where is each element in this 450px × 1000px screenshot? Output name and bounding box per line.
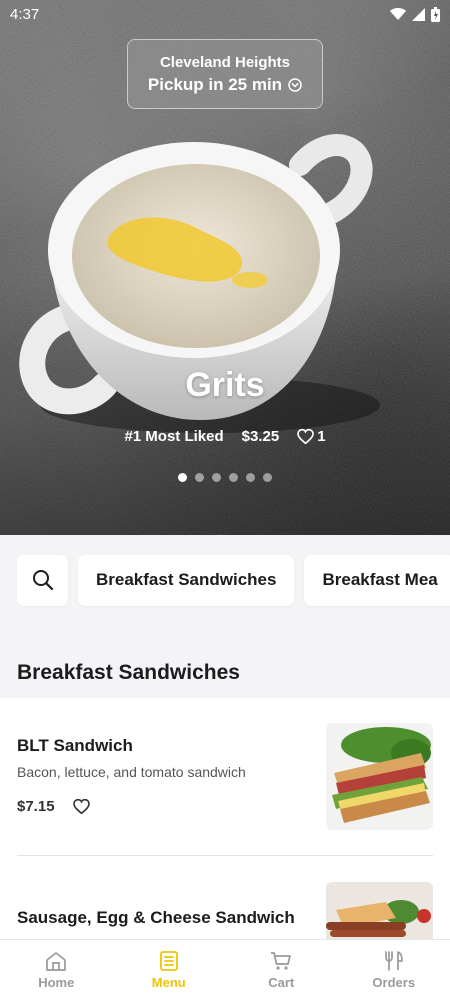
- menu-item[interactable]: BLT Sandwich Bacon, lettuce, and tomato …: [17, 698, 433, 856]
- most-liked-badge: #1 Most Liked: [124, 428, 224, 445]
- utensils-icon: [384, 950, 403, 971]
- carousel-dot[interactable]: [263, 473, 272, 482]
- location-name: Cleveland Heights: [159, 54, 291, 71]
- menu-item-price: $7.15: [17, 798, 55, 815]
- pickup-row: Pickup in 25 min: [128, 75, 322, 95]
- tab-menu-label: Menu: [151, 974, 186, 990]
- category-bar: Breakfast Sandwiches Breakfast Mea: [0, 535, 450, 625]
- tab-orders[interactable]: Orders: [338, 940, 450, 1000]
- like-count: 1: [317, 428, 326, 445]
- battery-icon: [431, 6, 440, 22]
- menu-item[interactable]: Sausage, Egg & Cheese Sandwich: [17, 856, 433, 940]
- featured-item-meta: #1 Most Liked $3.25 1: [0, 428, 450, 445]
- status-time: 4:37: [10, 5, 40, 23]
- category-chip-breakfast-sandwiches[interactable]: Breakfast Sandwiches: [78, 554, 295, 606]
- search-icon: [32, 570, 53, 591]
- menu-item-list: BLT Sandwich Bacon, lettuce, and tomato …: [0, 698, 450, 940]
- carousel-indicator: [0, 473, 450, 482]
- location-selector[interactable]: Cleveland Heights Pickup in 25 min: [127, 39, 323, 109]
- category-chip-breakfast-meals[interactable]: Breakfast Mea: [304, 554, 450, 606]
- carousel-dot[interactable]: [195, 473, 204, 482]
- menu-item-price-row: $7.15: [17, 798, 90, 815]
- bottom-tab-bar: Home Menu Cart Orders: [0, 939, 450, 1000]
- blt-sandwich-image: [326, 723, 433, 830]
- hero-banner[interactable]: 4:37 Cleveland Heights Pickup in 25 min …: [0, 0, 450, 535]
- carousel-dot[interactable]: [246, 473, 255, 482]
- cart-icon: [271, 951, 292, 970]
- tab-cart[interactable]: Cart: [225, 940, 338, 1000]
- heart-icon[interactable]: [72, 799, 90, 814]
- chevron-down-circle-icon: [288, 78, 302, 92]
- heart-icon: [297, 429, 315, 444]
- status-icons: [390, 6, 440, 22]
- tab-home[interactable]: Home: [0, 940, 113, 1000]
- menu-icon: [159, 950, 178, 971]
- menu-item-description: Bacon, lettuce, and tomato sandwich: [17, 764, 246, 780]
- tab-orders-label: Orders: [372, 974, 416, 990]
- featured-like-button[interactable]: 1: [297, 428, 326, 445]
- carousel-dot[interactable]: [178, 473, 187, 482]
- featured-item-title: Grits: [185, 366, 265, 404]
- search-button[interactable]: [17, 554, 68, 606]
- carousel-dot[interactable]: [212, 473, 221, 482]
- home-icon: [46, 951, 67, 971]
- menu-item-name: Sausage, Egg & Cheese Sandwich: [17, 908, 295, 927]
- signal-icon: [412, 7, 425, 21]
- wifi-icon: [390, 7, 406, 20]
- status-bar: 4:37: [0, 0, 450, 28]
- tab-cart-label: Cart: [268, 974, 295, 990]
- section-title: Breakfast Sandwiches: [17, 661, 240, 684]
- pickup-time: Pickup in 25 min: [147, 75, 283, 94]
- featured-item-price: $3.25: [241, 428, 280, 445]
- tab-menu[interactable]: Menu: [113, 940, 226, 1000]
- sausage-egg-sandwich-image: [326, 882, 433, 940]
- menu-item-name: BLT Sandwich: [17, 736, 133, 755]
- tab-home-label: Home: [38, 974, 75, 990]
- carousel-dot[interactable]: [229, 473, 238, 482]
